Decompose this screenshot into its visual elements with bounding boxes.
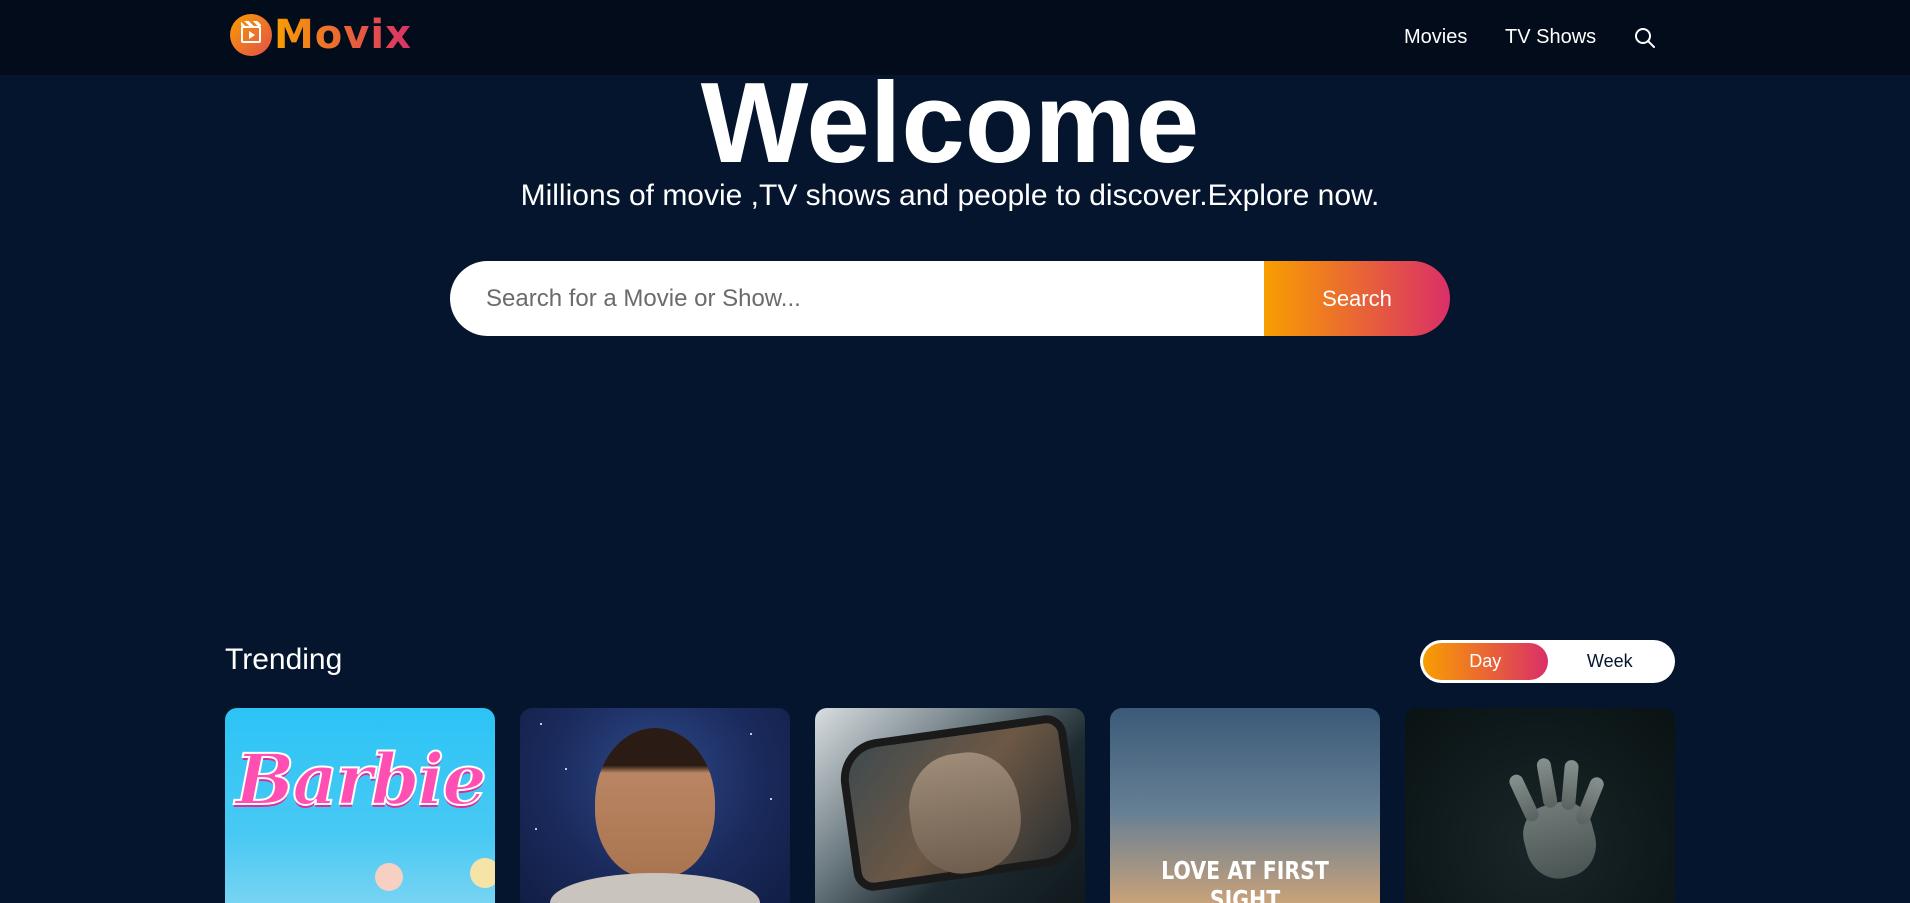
movie-card[interactable]: LOVE AT FIRST SIGHT: [1110, 708, 1380, 903]
clapperboard-icon: [230, 14, 272, 56]
poster-star: [565, 768, 567, 770]
hero-search-bar: Search: [450, 261, 1450, 336]
nav-movies[interactable]: Movies: [1404, 26, 1467, 49]
movie-card[interactable]: Barbie: [225, 708, 495, 903]
poster-star: [535, 828, 537, 830]
poster-finger: [1535, 757, 1559, 809]
poster-finger: [1560, 759, 1580, 811]
movie-card[interactable]: [1405, 708, 1675, 903]
poster-star: [750, 733, 752, 735]
search-icon[interactable]: [1633, 26, 1657, 50]
poster-spacesuit: [550, 873, 760, 903]
tab-day[interactable]: Day: [1423, 643, 1548, 680]
hero-title: Welcome: [700, 60, 1200, 187]
poster-title: Barbie: [234, 737, 487, 822]
logo-text: Movix: [274, 12, 412, 58]
tab-week[interactable]: Week: [1548, 643, 1673, 680]
poster-title: LOVE AT FIRST SIGHT: [1161, 856, 1329, 903]
poster-finger: [1507, 772, 1541, 824]
trending-title: Trending: [225, 643, 343, 676]
nav-tv-shows[interactable]: TV Shows: [1505, 26, 1596, 49]
search-input[interactable]: [450, 261, 1264, 336]
site-header: Movix Movies TV Shows: [0, 0, 1910, 75]
poster-decoration: [375, 863, 403, 891]
search-button[interactable]: Search: [1264, 261, 1450, 336]
movie-card[interactable]: [815, 708, 1085, 903]
poster-finger: [1574, 775, 1606, 827]
poster-portrait: [595, 728, 715, 878]
logo[interactable]: Movix: [230, 13, 412, 57]
hero-subtitle: Millions of movie ,TV shows and people t…: [520, 179, 1380, 212]
poster-star: [540, 723, 542, 725]
poster-star: [770, 798, 772, 800]
movie-card[interactable]: [520, 708, 790, 903]
poster-decoration: [470, 858, 495, 888]
trending-time-switch: Day Week: [1420, 640, 1675, 683]
trending-carousel: Barbie LOVE AT FIRST SIGHT: [225, 708, 1675, 903]
